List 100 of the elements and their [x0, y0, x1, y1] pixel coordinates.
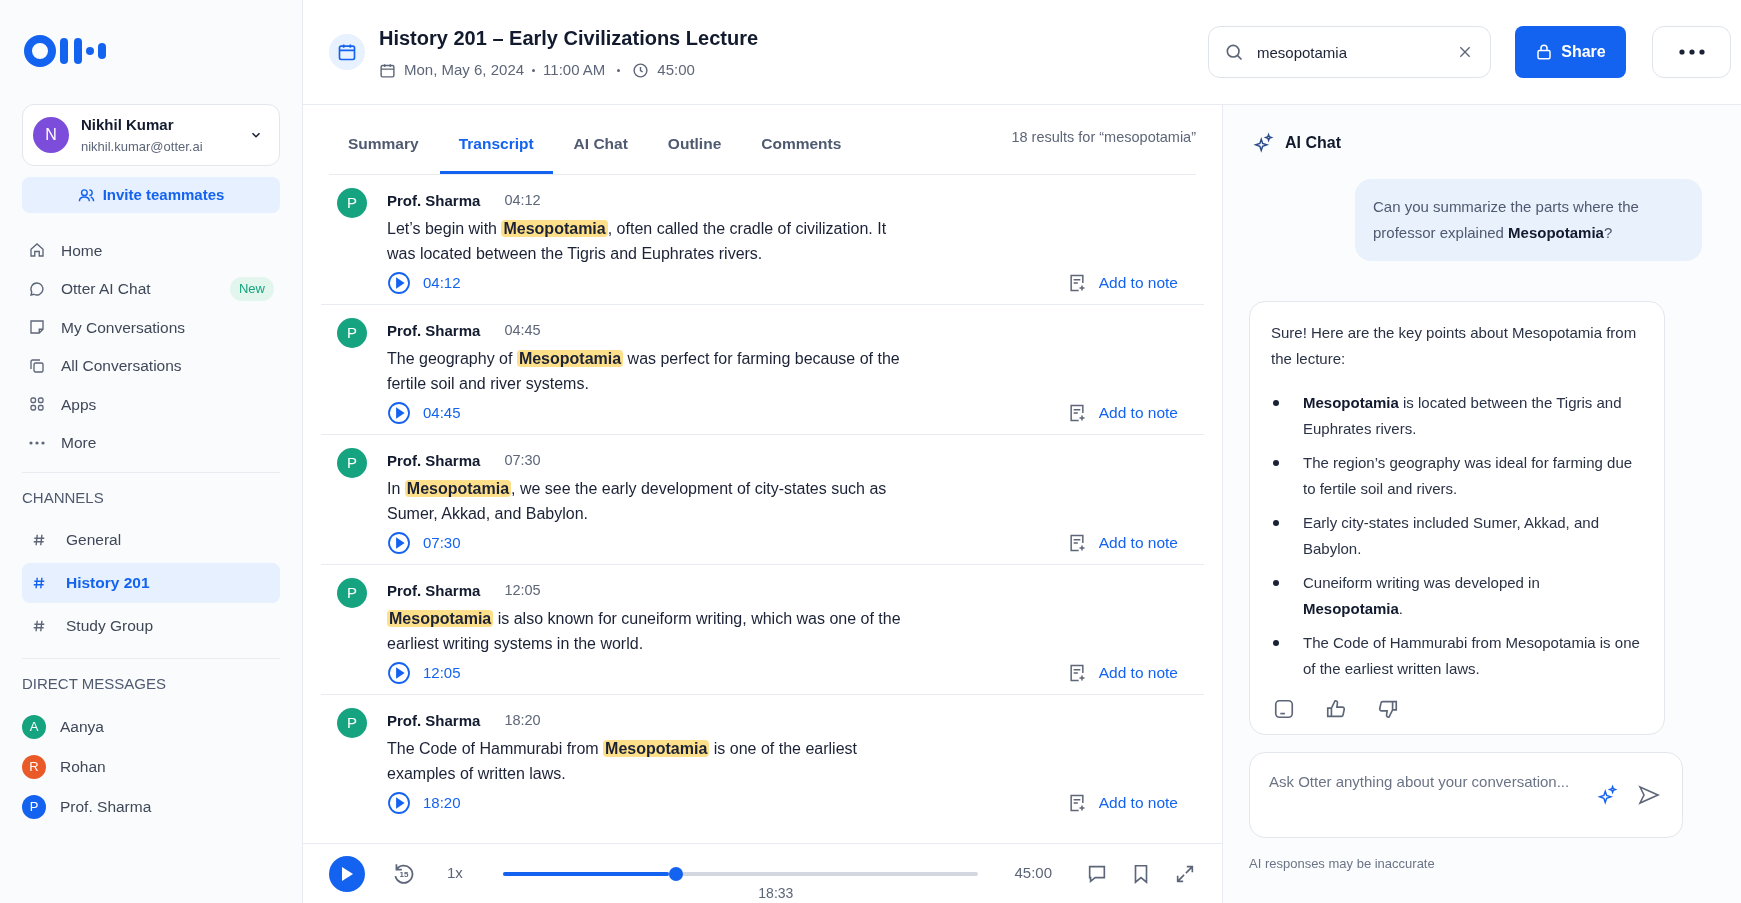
nav-item[interactable]: More	[22, 423, 280, 462]
conversation-title: History 201 – Early Civilizations Lecture	[379, 25, 760, 51]
play-from-timestamp-link[interactable]: 04:45	[387, 401, 461, 425]
speaker-avatar: P	[337, 448, 367, 478]
clock-icon	[632, 61, 650, 79]
share-button[interactable]: Share	[1515, 26, 1626, 78]
nav-item[interactable]: All Conversations	[22, 346, 280, 385]
transcript-text: The Code of Hammurabi from Mesopotamia is one of the earliest examples of written laws.	[387, 739, 858, 784]
play-circle-icon	[387, 661, 411, 685]
play-from-timestamp-link[interactable]: 04:12	[387, 271, 461, 295]
nav-item[interactable]: My Conversations	[22, 308, 280, 347]
copy-icon	[28, 356, 46, 375]
bullet-icon	[1273, 640, 1279, 646]
speaker-avatar: P	[337, 708, 367, 738]
speaker-name: Prof. Sharma	[387, 580, 481, 601]
direct-message-item[interactable]: R Rohan	[22, 747, 280, 787]
thumbs-up-icon[interactable]	[1325, 698, 1347, 720]
section-heading: DIRECT MESSAGES	[22, 673, 167, 694]
add-to-note-button[interactable]: Add to note	[1066, 401, 1178, 425]
play-circle-icon	[387, 531, 411, 555]
timestamp: 18:20	[504, 711, 541, 731]
tab[interactable]: Transcript	[439, 116, 553, 174]
progress-fill[interactable]	[502, 871, 669, 876]
tab[interactable]: Comments	[742, 116, 861, 174]
current-time: 18:33	[758, 883, 794, 903]
channel-item[interactable]: General	[22, 519, 280, 560]
section-heading: CHANNELS	[22, 488, 105, 508]
nav-item[interactable]: Home	[22, 231, 280, 270]
calendar-icon	[337, 42, 357, 62]
speaker-name: Prof. Sharma	[387, 190, 481, 211]
account-switcher[interactable]: N Nikhil Kumar nikhil.kumar@otter.ai	[22, 104, 280, 166]
contact-avatar: A	[22, 715, 46, 739]
transcript-text: In Mesopotamia, we see the early development of city-states such as Sumer, Akkad, and Babylon.	[387, 479, 888, 524]
bullet-icon	[1273, 520, 1279, 526]
skip-back-button[interactable]: 15	[391, 860, 417, 887]
thumbs-down-icon[interactable]	[1377, 698, 1399, 720]
assistant-message-text: Sure! Here are the key points about Mesopotamia from the lecture:	[1271, 323, 1638, 369]
transcript-text: Mesopotamia is also known for cuneiform writing, which was one of the earliest writing systems in the world.	[387, 609, 902, 654]
play-circle-icon	[387, 271, 411, 295]
speaker-name: Prof. Sharma	[387, 450, 481, 471]
progress-thumb[interactable]	[668, 866, 683, 881]
tab[interactable]: Outline	[648, 116, 741, 174]
play-circle-icon	[387, 791, 411, 815]
play-from-timestamp-link[interactable]: 12:05	[387, 661, 461, 685]
date-text: Mon, May 6, 2024	[404, 59, 525, 80]
panel-title: AI Chat	[1285, 133, 1341, 153]
nav-label: Home	[61, 240, 104, 261]
channel-item[interactable]: History 201	[22, 562, 280, 603]
invite-teammates-button[interactable]: Invite teammates	[22, 177, 280, 213]
chat-bubble-icon	[28, 279, 46, 298]
play-from-timestamp-link[interactable]: 07:30	[387, 531, 461, 555]
play-button[interactable]	[329, 855, 365, 892]
close-icon[interactable]	[1457, 44, 1473, 60]
bullet-point-text: Mesopotamia is located between the Tigris and Euphrates rivers.	[1303, 393, 1623, 439]
playback-speed[interactable]: 1x	[447, 862, 463, 885]
add-to-note-button[interactable]: Add to note	[1066, 271, 1178, 295]
play-from-timestamp-link[interactable]: 18:20	[387, 791, 461, 815]
disclaimer-text: AI responses may be inaccurate	[1249, 855, 1436, 873]
contact-avatar: R	[22, 755, 46, 779]
speaker-name: Prof. Sharma	[387, 710, 481, 731]
home-icon	[28, 241, 46, 260]
hash-icon	[32, 618, 46, 633]
transcript-text: Let’s begin with Mesopotamia, often called the cradle of civilization. It was located between the Tigris and Euphrates rivers.	[387, 219, 888, 264]
new-badge: New	[230, 277, 274, 301]
more-icon	[29, 440, 45, 445]
user-email: nikhil.kumar@otter.ai	[81, 137, 204, 156]
search-field[interactable]: mesopotamia	[1208, 26, 1491, 78]
nav-item[interactable]: Otter AI Chat New	[22, 269, 280, 308]
bullet-point-text: The region’s geography was ideal for farming due to fertile soil and rivers.	[1303, 453, 1634, 499]
add-to-note-button[interactable]: Add to note	[1066, 791, 1178, 815]
copy-icon[interactable]	[1273, 698, 1295, 720]
send-icon[interactable]	[1637, 783, 1661, 807]
sparkle-icon	[1253, 132, 1275, 154]
nav-label: Otter AI Chat	[61, 279, 152, 300]
user-name: Nikhil Kumar	[81, 115, 175, 135]
lock-icon	[1535, 43, 1554, 61]
tab[interactable]: AI Chat	[554, 116, 647, 174]
direct-message-item[interactable]: A Aanya	[22, 707, 280, 747]
hash-icon	[32, 575, 46, 590]
hash-icon	[32, 532, 46, 547]
tab[interactable]: Summary	[329, 116, 438, 174]
channel-item[interactable]: Study Group	[22, 605, 280, 646]
add-to-note-button[interactable]: Add to note	[1066, 661, 1178, 685]
direct-message-item[interactable]: P Prof. Sharma	[22, 787, 280, 827]
chat-input-field[interactable]: Ask Otter anything about your conversation...	[1249, 752, 1683, 838]
add-to-note-button[interactable]: Add to note	[1066, 531, 1178, 555]
time-text: 11:00 AM	[543, 59, 606, 80]
people-icon	[77, 186, 95, 204]
play-circle-icon	[387, 401, 411, 425]
speaker-avatar: P	[337, 578, 367, 608]
user-avatar: N	[33, 117, 69, 153]
contact-avatar: P	[22, 795, 46, 819]
search-results-count: 18 results for “mesopotamia”	[1011, 128, 1196, 148]
speaker-name: Prof. Sharma	[387, 320, 481, 341]
nav-label: All Conversations	[61, 356, 183, 377]
speaker-avatar: P	[337, 318, 367, 348]
speaker-avatar: P	[337, 188, 367, 218]
sparkle-icon[interactable]	[1597, 784, 1619, 806]
timestamp: 04:12	[504, 191, 541, 211]
nav-item[interactable]: Apps	[22, 385, 280, 424]
